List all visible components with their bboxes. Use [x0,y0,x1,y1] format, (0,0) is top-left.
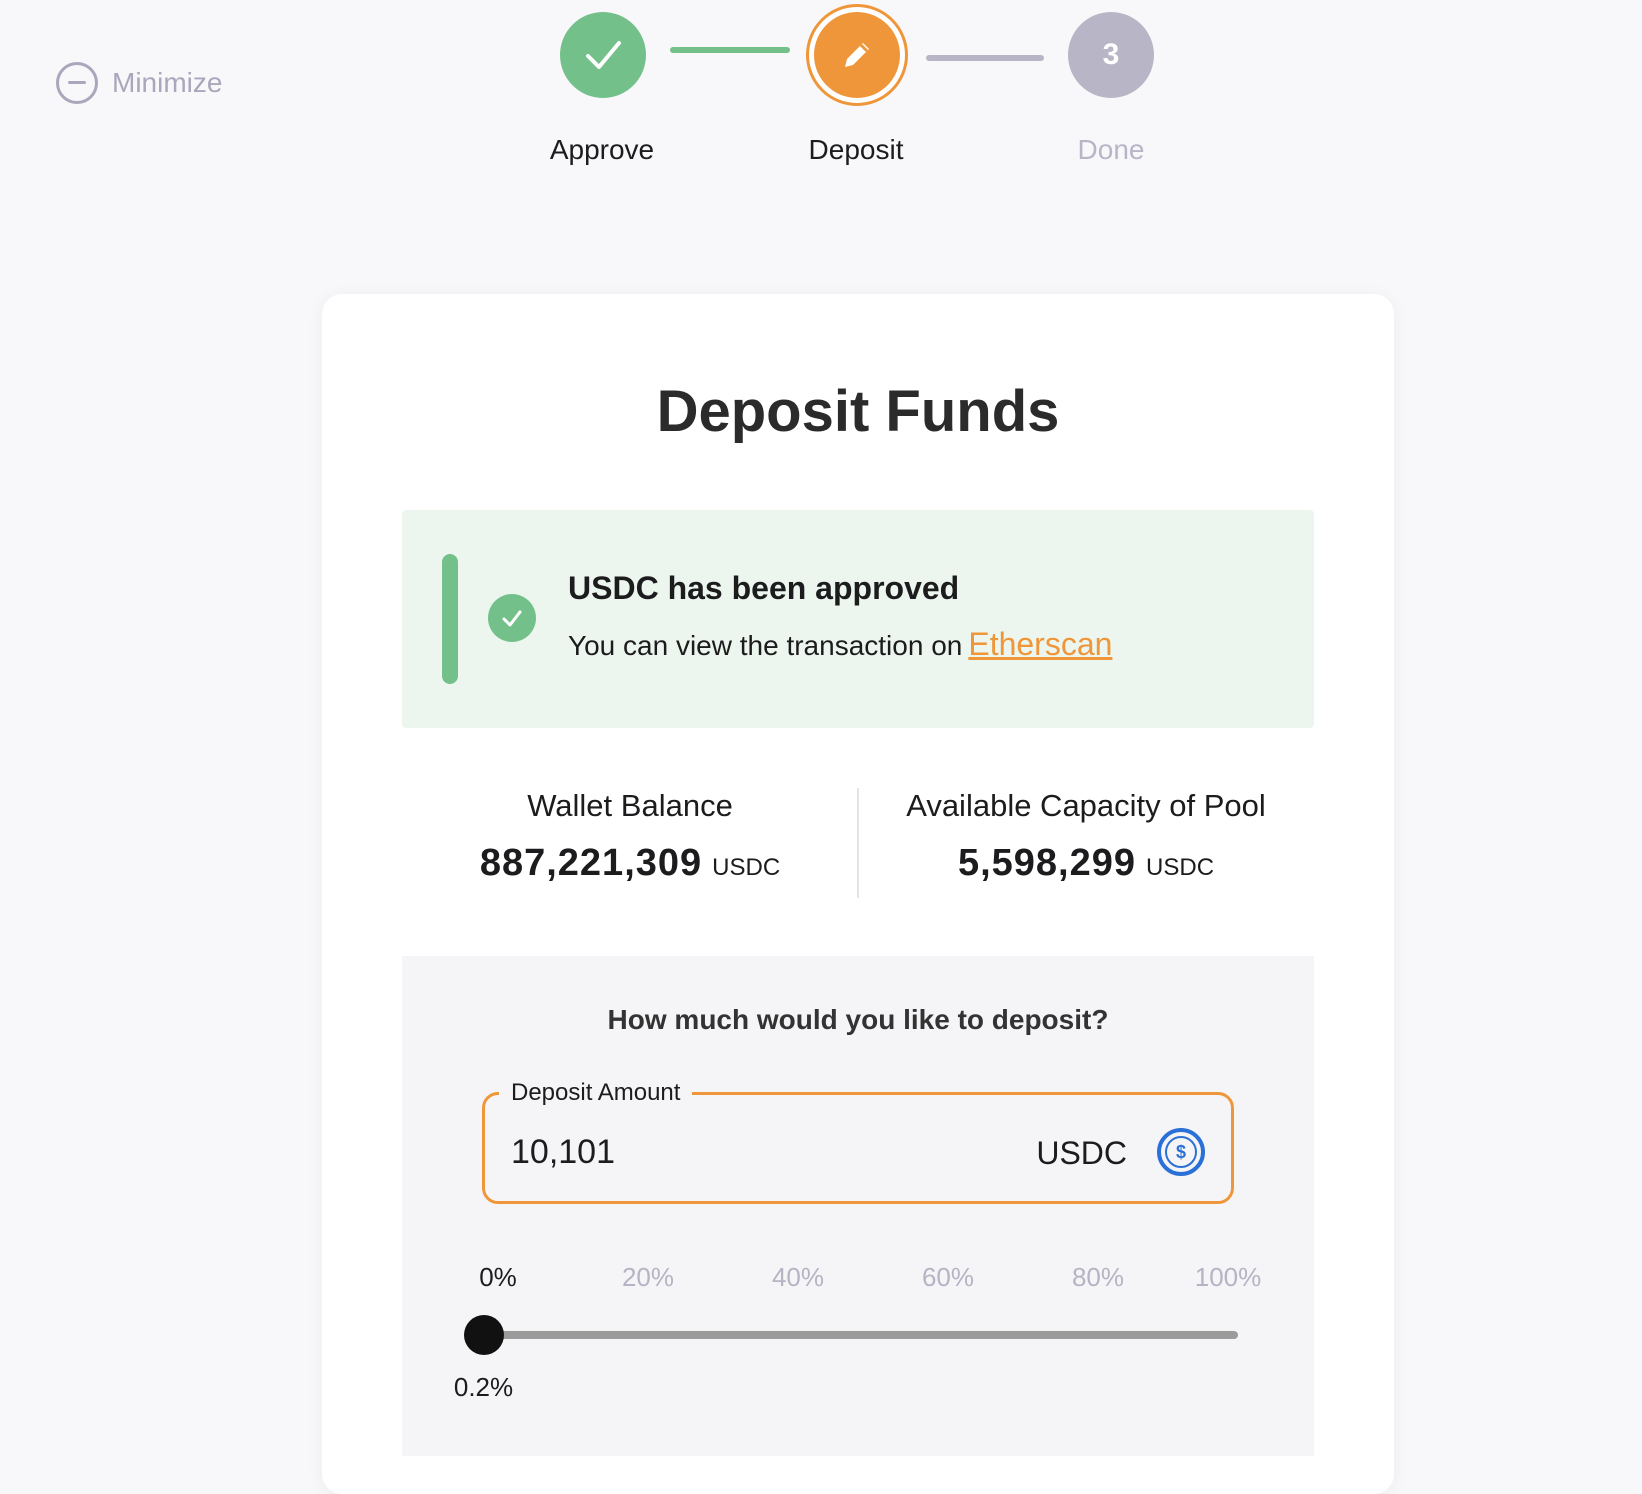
wallet-balance-unit: USDC [712,854,781,881]
deposit-card: Deposit Funds USDC has been approved You… [322,294,1394,1494]
alert-accent-bar [442,554,458,684]
wallet-balance: Wallet Balance 887,221,309 USDC [402,788,858,885]
deposit-question: How much would you like to deposit? [607,1004,1109,1035]
pool-capacity: Available Capacity of Pool 5,598,299 USDC [858,788,1314,885]
deposit-slider-track[interactable] [482,1331,1238,1339]
step-label-deposit: Deposit [808,134,904,165]
minimize-button[interactable]: Minimize [56,62,222,104]
pool-capacity-unit: USDC [1146,854,1215,881]
pool-capacity-value-row: 5,598,299 USDC [858,842,1314,885]
step-label-done: Done [1077,134,1145,165]
wallet-balance-value: 887,221,309 [479,842,703,884]
alert-title: USDC has been approved [568,570,960,606]
balance-stats: Wallet Balance 887,221,309 USDC Available… [402,788,1314,898]
step-label-approve: Approve [549,134,655,165]
step-connector-complete [670,47,790,53]
deposit-amount-field[interactable]: Deposit Amount USDC $ [482,1079,1234,1204]
alert-message: You can view the transaction on [568,630,963,661]
tick-label[interactable]: 100% [1195,1262,1262,1293]
minus-circle-icon [56,62,98,104]
slider-value-label: 0.2% [453,1372,514,1402]
percentage-ticks: 0% 20% 40% 60% 80% 100% [402,1262,1314,1298]
step-approve-circle [560,12,646,98]
minimize-label: Minimize [112,67,223,98]
wallet-balance-value-row: 887,221,309 USDC [402,842,858,885]
success-check-icon [488,594,536,642]
deposit-amount-label: Deposit Amount [499,1079,693,1107]
checkmark-icon [586,41,621,69]
etherscan-link[interactable]: Etherscan [968,626,1112,662]
tick-label[interactable]: 60% [922,1262,974,1293]
pool-capacity-label: Available Capacity of Pool [906,788,1266,823]
step-connector-pending [926,55,1044,61]
step-done-circle: 3 [1068,12,1154,98]
deposit-panel: How much would you like to deposit? Depo… [402,956,1314,1456]
wallet-balance-label: Wallet Balance [527,788,733,823]
deposit-amount-input[interactable] [511,1133,911,1172]
step-deposit-circle [806,4,908,106]
tick-label[interactable]: 80% [1072,1262,1124,1293]
approval-alert: USDC has been approved You can view the … [402,510,1314,728]
step-done-number: 3 [1102,38,1120,71]
deposit-slider-thumb[interactable] [463,1315,504,1355]
deposit-unit: USDC [1036,1135,1127,1171]
pencil-icon [845,43,869,67]
alert-text: You can view the transaction on Etherscan [568,626,1112,663]
pool-capacity-value: 5,598,299 [957,842,1137,884]
tick-label[interactable]: 0% [479,1262,517,1293]
tick-label[interactable]: 40% [772,1262,824,1293]
usdc-coin-icon: $ [1157,1128,1205,1176]
tick-label[interactable]: 20% [622,1262,674,1293]
page-title: Deposit Funds [656,379,1060,444]
